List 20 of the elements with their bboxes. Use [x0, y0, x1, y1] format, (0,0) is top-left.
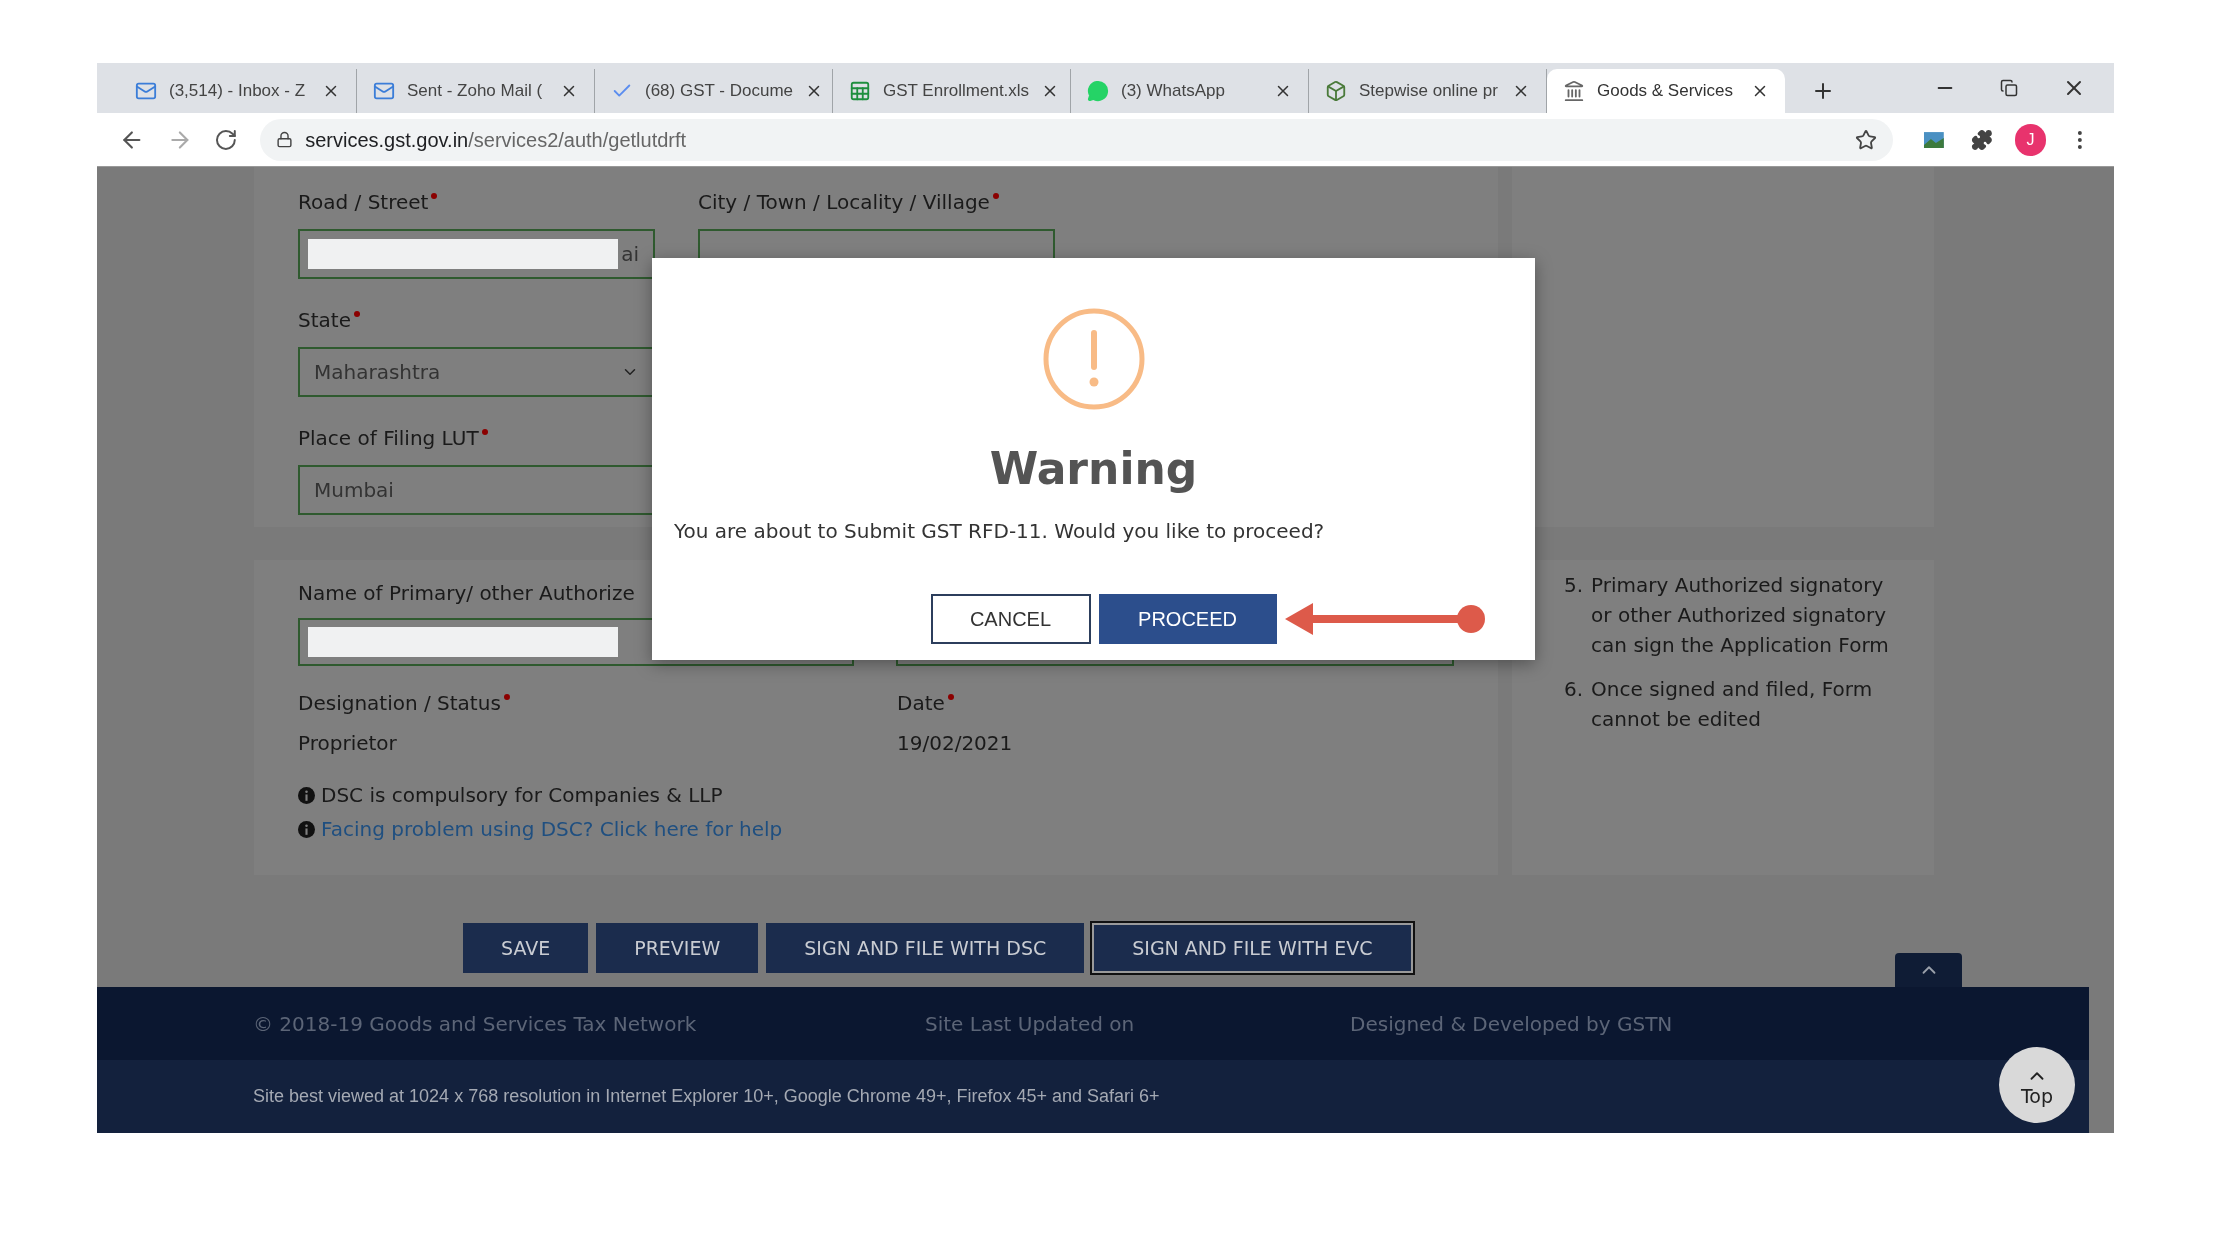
field-label: City / Town / Locality / Village — [698, 189, 990, 216]
browser-note: Site best viewed at 1024 x 768 resolution in Internet Explorer 10+, Google Chrome 49+, Firefox 45+ and Safari 6+ — [253, 1085, 1160, 1108]
field-label: Date — [897, 690, 945, 717]
field-value: Proprietor — [298, 730, 398, 757]
instruction-text: Primary Authorized signatory or other Authorized signatory can sign the Application Form — [1591, 572, 1890, 659]
copyright-text: © 2018-19 Goods and Services Tax Network — [253, 1010, 698, 1038]
item-number: 6. — [1564, 676, 1584, 703]
field-label: Name of Primary/ other Authorize — [298, 580, 635, 607]
field-label: Place of Filing LUT — [298, 425, 479, 452]
dialog-title: Warning — [989, 442, 1198, 496]
info-note: DSC is compulsory for Companies & LLP — [321, 782, 723, 809]
dialog-message: You are about to Submit GST RFD-11. Would you like to proceed? — [674, 518, 1325, 545]
field-label: Road / Street — [298, 189, 429, 216]
field-label: State — [298, 307, 351, 334]
last-updated-text: Site Last Updated on — [925, 1010, 1136, 1038]
field-value: 19/02/2021 — [897, 730, 1014, 757]
item-number: 5. — [1564, 572, 1584, 599]
developer-text: Designed & Developed by GSTN — [1350, 1010, 1673, 1038]
field-label: Designation / Status — [298, 690, 501, 717]
instruction-text: Once signed and filed, Form cannot be edited — [1591, 676, 1874, 733]
